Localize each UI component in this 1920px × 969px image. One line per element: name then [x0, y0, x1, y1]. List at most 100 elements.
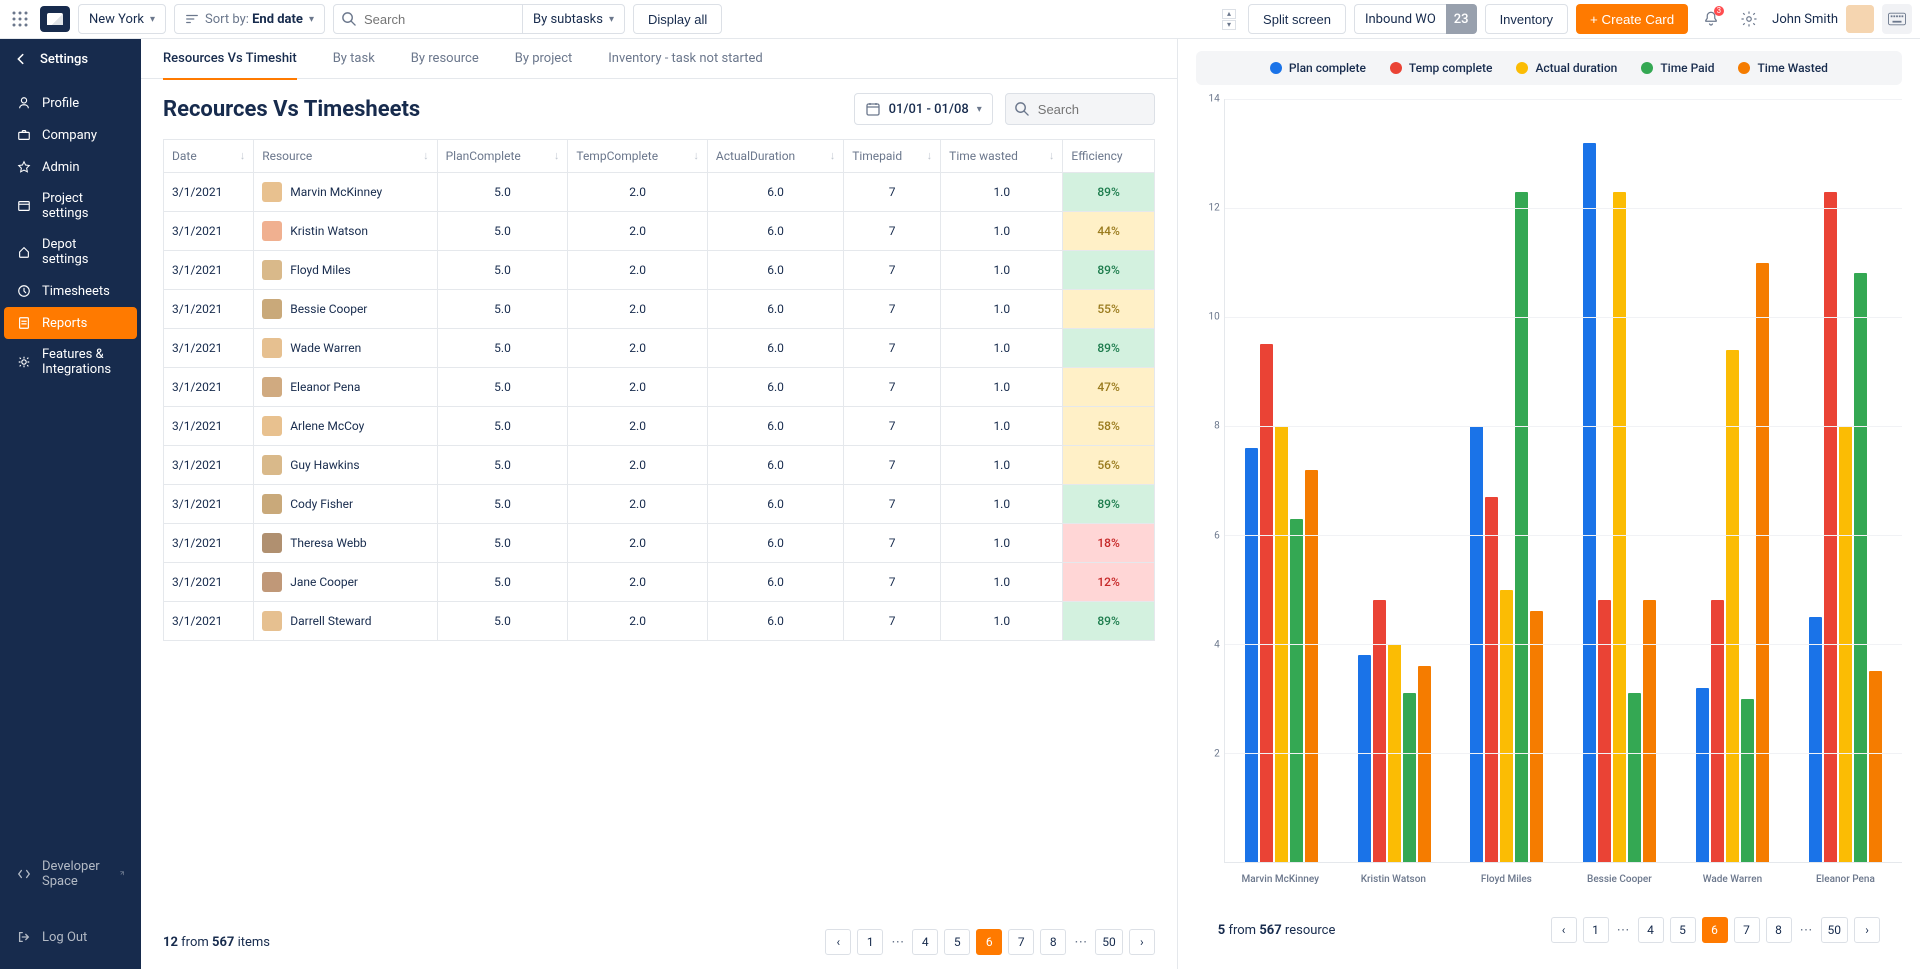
avatar — [262, 338, 282, 358]
resource-name: Marvin McKinney — [290, 185, 382, 199]
tab-by-task[interactable]: By task — [333, 39, 375, 79]
chart-pagination: ‹1⋯45678⋯50› — [1551, 917, 1881, 943]
table-row[interactable]: 3/1/2021Guy Hawkins5.02.06.071.056% — [164, 446, 1155, 485]
subtasks-select[interactable]: By subtasks ▾ — [523, 4, 625, 34]
apps-grid-icon[interactable] — [8, 7, 32, 31]
table-row[interactable]: 3/1/2021Floyd Miles5.02.06.071.089% — [164, 251, 1155, 290]
sidebar-item-logout[interactable]: Log Out — [4, 921, 137, 953]
notifications-button[interactable]: 3 — [1696, 4, 1726, 34]
table-row[interactable]: 3/1/2021Wade Warren5.02.06.071.089% — [164, 329, 1155, 368]
gear-icon — [1740, 10, 1758, 28]
spinner-control[interactable]: ▴▾ — [1222, 9, 1236, 30]
table-row[interactable]: 3/1/2021Bessie Cooper5.02.06.071.055% — [164, 290, 1155, 329]
avatar — [262, 260, 282, 280]
col-timepaid[interactable]: Timepaid↓ — [844, 140, 941, 173]
create-card-button[interactable]: + Create Card — [1576, 4, 1688, 34]
back-button[interactable] — [14, 52, 28, 66]
col-efficiency[interactable]: Efficiency — [1063, 140, 1154, 173]
location-value: New York — [89, 12, 144, 27]
col-date[interactable]: Date↓ — [164, 140, 254, 173]
page-prev[interactable]: ‹ — [1551, 917, 1577, 943]
bar-group — [1563, 99, 1676, 862]
inbound-wo-button[interactable]: Inbound WO 23 — [1354, 4, 1477, 34]
bar-chart: 2468101214 Marvin McKinneyKristin Watson… — [1196, 99, 1902, 903]
chevron-down-icon: ▾ — [150, 14, 155, 25]
tab-by-project[interactable]: By project — [515, 39, 573, 79]
tab-inventory-task-not-started[interactable]: Inventory - task not started — [608, 39, 762, 79]
display-all-button[interactable]: Display all — [633, 4, 722, 34]
keyboard-button[interactable] — [1882, 4, 1912, 34]
table-row[interactable]: 3/1/2021Eleanor Pena5.02.06.071.047% — [164, 368, 1155, 407]
bar — [1358, 655, 1371, 862]
page-1[interactable]: 1 — [857, 929, 883, 955]
bar — [1696, 688, 1709, 862]
sidebar-item-project-settings[interactable]: Project settings — [4, 183, 137, 229]
split-screen-button[interactable]: Split screen — [1248, 4, 1346, 34]
page-5[interactable]: 5 — [1670, 917, 1696, 943]
table-row[interactable]: 3/1/2021Darrell Steward5.02.06.071.089% — [164, 602, 1155, 641]
page-4[interactable]: 4 — [912, 929, 938, 955]
page-next[interactable]: › — [1129, 929, 1155, 955]
sidebar-item-profile[interactable]: Profile — [4, 87, 137, 119]
sidebar-item-developer-space[interactable]: Developer Space — [4, 851, 137, 897]
col-actualduration[interactable]: ActualDuration↓ — [707, 140, 843, 173]
page-8[interactable]: 8 — [1766, 917, 1792, 943]
sort-down-icon: ↓ — [693, 149, 699, 162]
col-plancomplete[interactable]: PlanComplete↓ — [437, 140, 568, 173]
chevron-left-icon — [14, 52, 28, 66]
bar — [1500, 590, 1513, 863]
table-row[interactable]: 3/1/2021Jane Cooper5.02.06.071.012% — [164, 563, 1155, 602]
table-row[interactable]: 3/1/2021Cody Fisher5.02.06.071.089% — [164, 485, 1155, 524]
inventory-button[interactable]: Inventory — [1485, 4, 1568, 34]
bar — [1403, 693, 1416, 862]
efficiency-badge: 12% — [1063, 563, 1154, 602]
sidebar-item-features-integrations[interactable]: Features & Integrations — [4, 339, 137, 385]
sidebar-item-admin[interactable]: Admin — [4, 151, 137, 183]
table-pagination: ‹1⋯45678⋯50› — [825, 929, 1155, 955]
page-8[interactable]: 8 — [1040, 929, 1066, 955]
briefcase-icon — [16, 127, 32, 143]
search-input[interactable] — [333, 4, 523, 34]
app-logo[interactable] — [40, 6, 70, 32]
resource-name: Arlene McCoy — [290, 419, 364, 433]
col-resource[interactable]: Resource↓ — [254, 140, 437, 173]
page-50[interactable]: 50 — [1821, 917, 1849, 943]
tab-resources-vs-timeshit[interactable]: Resources Vs Timeshit — [163, 39, 297, 79]
user-name: John Smith — [1772, 12, 1838, 27]
page-prev[interactable]: ‹ — [825, 929, 851, 955]
page-4[interactable]: 4 — [1638, 917, 1664, 943]
avatar — [262, 377, 282, 397]
sidebar-item-company[interactable]: Company — [4, 119, 137, 151]
bar — [1598, 600, 1611, 862]
efficiency-badge: 56% — [1063, 446, 1154, 485]
table-row[interactable]: 3/1/2021Kristin Watson5.02.06.071.044% — [164, 212, 1155, 251]
keyboard-icon — [1888, 12, 1906, 26]
table-row[interactable]: 3/1/2021Marvin McKinney5.02.06.071.089% — [164, 173, 1155, 212]
avatar — [262, 182, 282, 202]
sidebar-item-timesheets[interactable]: Timesheets — [4, 275, 137, 307]
table-row[interactable]: 3/1/2021Theresa Webb5.02.06.071.018% — [164, 524, 1155, 563]
page-6[interactable]: 6 — [1702, 917, 1728, 943]
settings-button[interactable] — [1734, 4, 1764, 34]
page-6[interactable]: 6 — [976, 929, 1002, 955]
resource-name: Darrell Steward — [290, 614, 371, 628]
sort-select[interactable]: Sort by: End date ▾ — [174, 4, 325, 34]
date-range-picker[interactable]: 01/01 - 01/08 ▾ — [854, 93, 993, 125]
chevron-up-icon: ▴ — [1222, 9, 1236, 19]
sidebar-item-reports[interactable]: Reports — [4, 307, 137, 339]
page-5[interactable]: 5 — [944, 929, 970, 955]
resource-name: Cody Fisher — [290, 497, 353, 511]
page-7[interactable]: 7 — [1734, 917, 1760, 943]
resource-name: Floyd Miles — [290, 263, 351, 277]
page-7[interactable]: 7 — [1008, 929, 1034, 955]
col-time-wasted[interactable]: Time wasted↓ — [941, 140, 1063, 173]
user-menu[interactable]: John Smith — [1772, 5, 1874, 33]
page-50[interactable]: 50 — [1095, 929, 1123, 955]
table-row[interactable]: 3/1/2021Arlene McCoy5.02.06.071.058% — [164, 407, 1155, 446]
page-next[interactable]: › — [1854, 917, 1880, 943]
sidebar-item-depot-settings[interactable]: Depot settings — [4, 229, 137, 275]
location-select[interactable]: New York ▾ — [78, 4, 166, 34]
col-tempcomplete[interactable]: TempComplete↓ — [568, 140, 708, 173]
page-1[interactable]: 1 — [1583, 917, 1609, 943]
tab-by-resource[interactable]: By resource — [411, 39, 479, 79]
